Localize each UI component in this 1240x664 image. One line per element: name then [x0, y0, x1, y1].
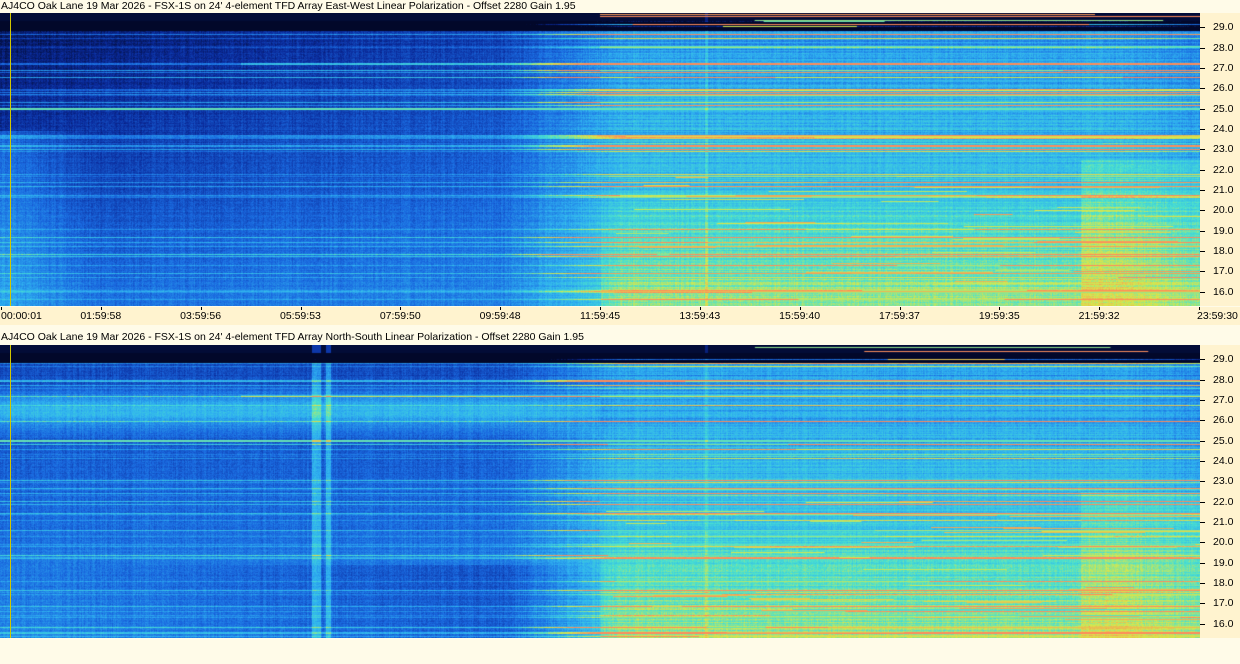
y-tick	[1200, 379, 1205, 381]
y-tick	[1200, 67, 1205, 69]
y-tick-label: 19.0	[1213, 556, 1234, 569]
y-tick	[1200, 603, 1205, 605]
y-tick	[1200, 190, 1205, 192]
y-tick-label: 22.0	[1213, 495, 1234, 508]
y-tick	[1200, 210, 1205, 212]
frequency-axis: 29.0 28.0 27.0 26.0 25.0 24.0 23.0 22.0 21.0 20.0…	[1200, 13, 1240, 306]
x-tick-label: 19:59:35	[978, 310, 1020, 322]
y-tick	[1200, 169, 1205, 171]
x-tick-label: 11:59:45	[580, 310, 621, 322]
y-tick	[1200, 522, 1205, 524]
y-tick	[1200, 501, 1205, 503]
y-tick-label: 23.0	[1213, 475, 1234, 488]
y-tick	[1200, 271, 1205, 273]
y-tick-label: 21.0	[1213, 516, 1234, 529]
y-tick-label: 26.0	[1213, 82, 1234, 95]
y-tick	[1200, 27, 1205, 29]
spectrogram-canvas	[0, 345, 1200, 638]
y-tick-label: 22.0	[1213, 163, 1234, 176]
y-tick-label: 27.0	[1213, 61, 1234, 74]
y-tick-label: 27.0	[1213, 393, 1234, 406]
y-tick	[1200, 251, 1205, 253]
frequency-axis: 29.0 28.0 27.0 26.0 25.0 24.0 23.0 22.0 21.0 20.0…	[1200, 345, 1240, 638]
y-tick-label: 21.0	[1213, 184, 1234, 197]
time-marker-line	[10, 13, 11, 306]
y-tick	[1200, 420, 1205, 422]
y-tick	[1200, 562, 1205, 564]
spectrogram-plot	[0, 13, 1200, 306]
time-marker-line	[10, 345, 11, 638]
y-tick	[1200, 149, 1205, 151]
x-tick-label: 01:59:58	[80, 310, 122, 322]
x-tick-label: 17:59:37	[879, 310, 920, 322]
y-tick-label: 26.0	[1213, 414, 1234, 427]
y-tick	[1200, 583, 1205, 585]
y-tick	[1200, 88, 1205, 90]
y-tick-label: 29.0	[1213, 353, 1234, 366]
y-tick-label: 20.0	[1213, 204, 1234, 217]
y-tick	[1200, 128, 1205, 130]
x-tick-label: 13:59:43	[679, 310, 721, 322]
time-axis: 00:00:01 01:59:58 03:59:56 05:59:53 07:59:50…	[0, 307, 1240, 325]
y-tick-label: 17.0	[1213, 265, 1234, 278]
x-tick-label: 03:59:56	[180, 310, 222, 322]
spectrogram-panel-ns: AJ4CO Oak Lane 19 Mar 2026 - FSX-1S on 2…	[0, 331, 1240, 664]
y-tick-label: 29.0	[1213, 21, 1234, 34]
y-tick-label: 20.0	[1213, 536, 1234, 549]
y-tick-label: 18.0	[1213, 577, 1234, 590]
y-tick-label: 16.0	[1213, 617, 1234, 630]
chart-title: AJ4CO Oak Lane 19 Mar 2026 - FSX-1S on 2…	[1, 0, 576, 12]
y-tick-label: 17.0	[1213, 597, 1234, 610]
y-tick	[1200, 291, 1205, 293]
x-tick-label: 21:59:32	[1078, 310, 1120, 322]
y-tick	[1200, 108, 1205, 110]
y-tick-label: 18.0	[1213, 245, 1234, 258]
y-tick-label: 25.0	[1213, 102, 1234, 115]
spectrogram-panel-ew: AJ4CO Oak Lane 19 Mar 2026 - FSX-1S on 2…	[0, 0, 1240, 330]
y-tick-label: 28.0	[1213, 41, 1234, 54]
y-tick-label: 25.0	[1213, 434, 1234, 447]
spectrogram-canvas	[0, 13, 1200, 306]
x-tick-label: 15:59:40	[779, 310, 821, 322]
y-tick-label: 24.0	[1213, 122, 1234, 135]
y-tick-label: 19.0	[1213, 224, 1234, 237]
x-tick-label: 23:59:30	[1197, 310, 1238, 322]
y-tick	[1200, 460, 1205, 462]
y-tick-label: 28.0	[1213, 373, 1234, 386]
x-tick-label: 09:59:48	[479, 310, 521, 322]
chart-title: AJ4CO Oak Lane 19 Mar 2026 - FSX-1S on 2…	[1, 331, 584, 343]
x-tick-label: 05:59:53	[280, 310, 321, 322]
y-tick-label: 16.0	[1213, 285, 1234, 298]
spectrogram-plot	[0, 345, 1200, 638]
y-tick	[1200, 623, 1205, 625]
y-tick	[1200, 230, 1205, 232]
y-tick	[1200, 542, 1205, 544]
y-tick-label: 24.0	[1213, 454, 1234, 467]
y-tick	[1200, 359, 1205, 361]
y-tick-label: 23.0	[1213, 143, 1234, 156]
x-tick-label: 07:59:50	[379, 310, 421, 322]
x-tick-label: 00:00:01	[1, 310, 42, 322]
y-tick	[1200, 47, 1205, 49]
y-tick	[1200, 481, 1205, 483]
y-tick	[1200, 399, 1205, 401]
y-tick	[1200, 440, 1205, 442]
